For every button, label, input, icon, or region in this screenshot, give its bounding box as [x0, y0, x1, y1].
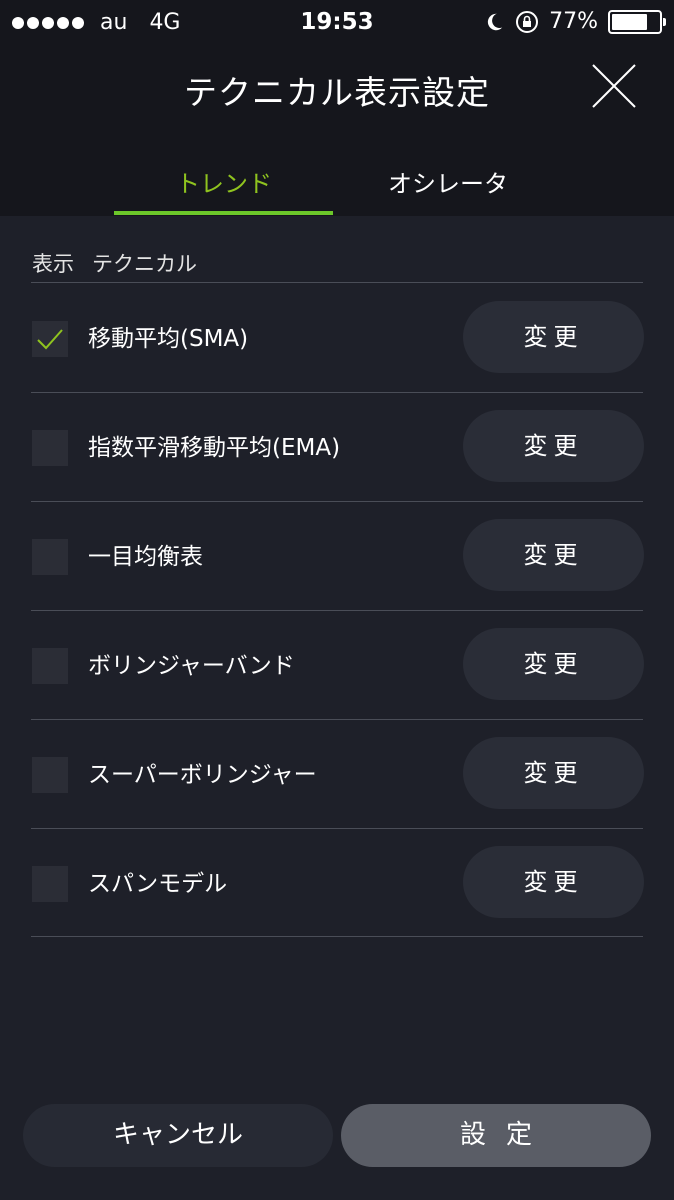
row-label: ボリンジャーバンド [88, 653, 295, 679]
row-label: 一目均衡表 [88, 544, 203, 570]
list-item: スーパーボリンジャー 変更 [0, 719, 674, 828]
checkbox-super-bollinger[interactable] [32, 757, 68, 793]
change-button[interactable]: 変更 [463, 301, 644, 373]
checkbox-ichimoku[interactable] [32, 539, 68, 575]
column-technical: テクニカル [92, 252, 197, 276]
checkbox-span-model[interactable] [32, 866, 68, 902]
list-item: スパンモデル 変更 [0, 828, 674, 937]
status-right: 77% [483, 9, 666, 34]
close-icon[interactable] [590, 62, 638, 110]
list-item: 指数平滑移動平均(EMA) 変更 [0, 392, 674, 501]
checkbox-sma[interactable] [32, 321, 68, 357]
divider [31, 936, 643, 937]
change-button[interactable]: 変更 [463, 737, 644, 809]
row-label: 移動平均(SMA) [88, 326, 249, 352]
set-button[interactable]: 設定 [341, 1104, 651, 1167]
check-icon [37, 329, 63, 350]
battery-icon [608, 9, 666, 34]
change-button[interactable]: 変更 [463, 628, 644, 700]
tab-oscillator[interactable]: オシレータ [338, 164, 558, 199]
change-button[interactable]: 変更 [463, 846, 644, 918]
checkbox-ema[interactable] [32, 430, 68, 466]
page-title: テクニカル表示設定 [184, 73, 490, 112]
active-tab-indicator [114, 211, 333, 215]
battery-fill [612, 13, 648, 30]
row-label: スパンモデル [88, 871, 228, 897]
tab-trend[interactable]: トレンド [114, 164, 334, 199]
list-item: 一目均衡表 変更 [0, 501, 674, 610]
checkbox-bollinger[interactable] [32, 648, 68, 684]
list-item: ボリンジャーバンド 変更 [0, 610, 674, 719]
status-bar: au 4G 19:53 77% [0, 0, 674, 46]
change-button[interactable]: 変更 [463, 519, 644, 591]
cancel-button[interactable]: キャンセル [23, 1104, 333, 1167]
list-item: 移動平均(SMA) 変更 [0, 283, 674, 392]
rotation-lock-icon [516, 10, 539, 33]
column-display: 表示 [32, 252, 74, 276]
list-header: 表示 テクニカル [32, 248, 197, 278]
change-button[interactable]: 変更 [463, 410, 644, 482]
battery-percent: 77% [549, 9, 598, 34]
row-label: 指数平滑移動平均(EMA) [88, 435, 341, 461]
moon-icon [487, 13, 503, 30]
row-label: スーパーボリンジャー [88, 762, 317, 788]
